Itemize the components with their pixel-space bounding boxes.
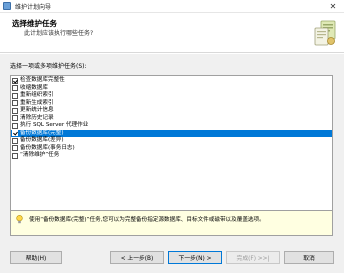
task-item-backup-log[interactable]: 备份数据库(事务日志) <box>11 145 332 153</box>
checkbox[interactable] <box>12 130 18 137</box>
checkbox[interactable] <box>12 152 18 159</box>
wizard-header: 选择维护任务 此计划应该执行哪些任务? <box>0 13 344 53</box>
task-description-panel: 使用“备份数据库(完整)”任务,您可以为完整备份指定源数据库、目标文件或磁带以及… <box>10 210 333 236</box>
title-bar: 维护计划向导 ✕ <box>0 0 344 13</box>
button-bar: 帮助(H) < 上一步(B) 下一步(N) > 完成(F) >>| 取消 <box>0 247 344 273</box>
task-item-backup-full[interactable]: 备份数据库(完整) <box>11 129 332 137</box>
task-item-shrink-database[interactable]: 收缩数据库 <box>11 85 332 93</box>
task-label: 清除历史记录 <box>20 114 54 121</box>
checkbox[interactable] <box>12 137 18 144</box>
task-label: 收缩数据库 <box>20 84 48 91</box>
task-item-check-integrity[interactable]: 检查数据库完整性 <box>11 77 332 85</box>
finish-button[interactable]: 完成(F) >>| <box>226 251 280 264</box>
task-list-label: 选择一项或多项维护任务(S): <box>10 63 87 70</box>
task-item-backup-differential[interactable]: 备份数据库(差异) <box>11 137 332 145</box>
window-title: 维护计划向导 <box>15 3 52 11</box>
lightbulb-icon <box>16 215 23 224</box>
task-label: “清除维护”任务 <box>20 152 60 158</box>
back-button[interactable]: < 上一步(B) <box>110 251 164 264</box>
task-label: 执行 SQL Server 代理作业 <box>20 122 89 128</box>
checkbox[interactable] <box>12 100 18 107</box>
maintenance-plan-icon <box>3 2 11 10</box>
next-button[interactable]: 下一步(N) > <box>168 251 222 264</box>
checkbox[interactable] <box>12 107 18 114</box>
help-button[interactable]: 帮助(H) <box>10 251 62 264</box>
page-subtitle: 此计划应该执行哪些任务? <box>24 30 94 37</box>
task-item-rebuild-index[interactable]: 重新生成索引 <box>11 100 332 108</box>
task-list[interactable]: 检查数据库完整性 收缩数据库 重新组织索引 重新生成索引 更新统计信息 清除历史… <box>10 75 333 211</box>
wizard-body: 选择一项或多项维护任务(S): 检查数据库完整性 收缩数据库 重新组织索引 重新… <box>0 54 344 247</box>
checkbox[interactable] <box>12 115 18 122</box>
task-item-update-statistics[interactable]: 更新统计信息 <box>11 107 332 115</box>
checkbox[interactable] <box>12 122 18 129</box>
close-icon[interactable]: ✕ <box>322 0 344 13</box>
checkbox[interactable] <box>12 77 18 84</box>
task-label: 备份数据库(事务日志) <box>20 144 75 151</box>
cancel-button[interactable]: 取消 <box>284 251 334 264</box>
task-label: 备份数据库(差异) <box>20 137 64 143</box>
task-item-agent-job[interactable]: 执行 SQL Server 代理作业 <box>11 122 332 130</box>
wizard-graphic-icon <box>314 20 336 46</box>
checkbox[interactable] <box>12 85 18 92</box>
task-label: 更新统计信息 <box>20 107 54 113</box>
task-item-reorganize-index[interactable]: 重新组织索引 <box>11 92 332 100</box>
task-label: 重新组织索引 <box>20 92 54 98</box>
checkbox[interactable] <box>12 92 18 99</box>
task-label: 备份数据库(完整) <box>20 129 64 136</box>
task-item-maintenance-cleanup[interactable]: “清除维护”任务 <box>11 152 332 160</box>
task-label: 重新生成索引 <box>20 99 54 106</box>
task-label: 检查数据库完整性 <box>20 77 65 83</box>
task-description: 使用“备份数据库(完整)”任务,您可以为完整备份指定源数据库、目标文件或磁带以及… <box>29 217 265 223</box>
checkbox[interactable] <box>12 145 18 152</box>
task-item-history-cleanup[interactable]: 清除历史记录 <box>11 115 332 123</box>
